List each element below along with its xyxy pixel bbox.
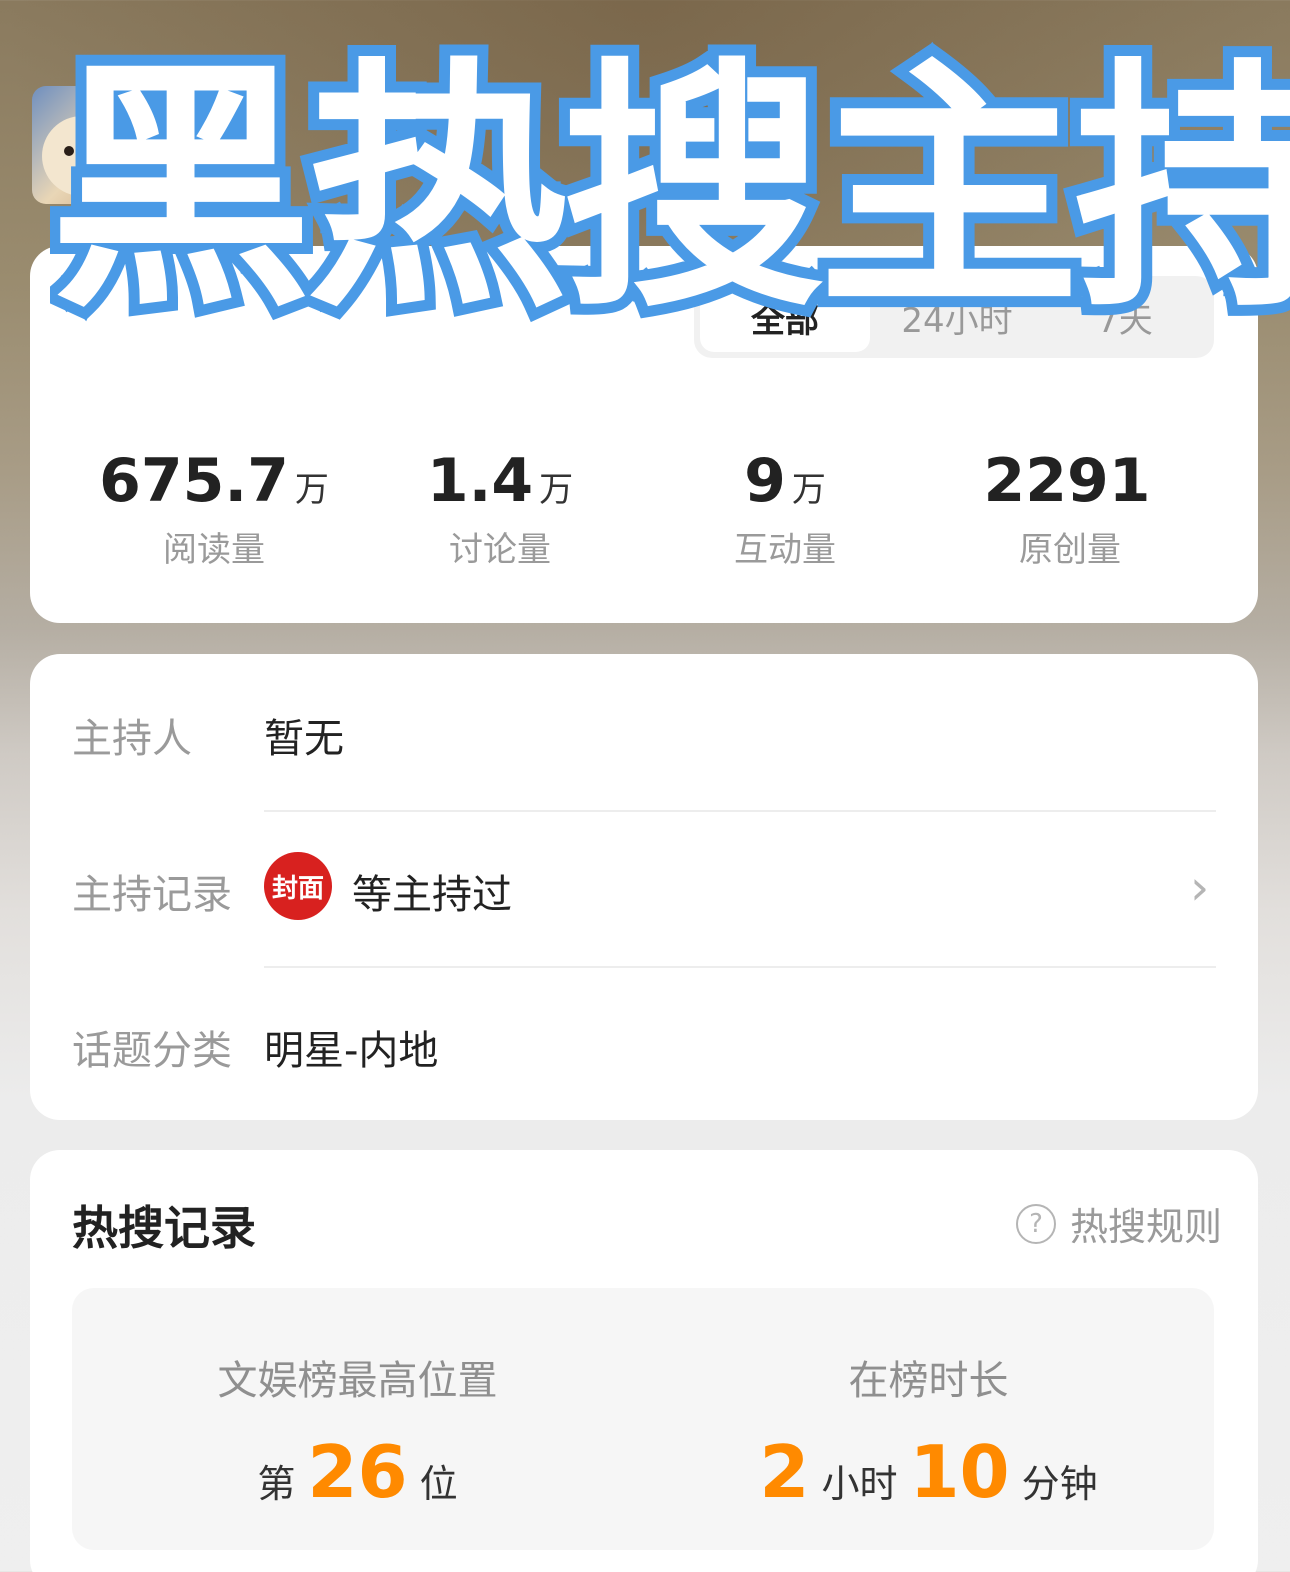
stat-label: 阅读量 (163, 530, 265, 570)
divider (264, 810, 1216, 812)
stat-value: 1.4 (426, 446, 534, 516)
host-record-value[interactable]: 等主持过 (352, 862, 512, 920)
stat-value: 2291 (983, 446, 1151, 516)
stat-originals: 2291 原创量 (920, 446, 1220, 571)
divider (264, 966, 1216, 968)
category-value: 明星-内地 (264, 1028, 439, 1074)
record-title: 热搜记录 (72, 1201, 256, 1255)
stat-interactions: 9万 互动量 (635, 446, 935, 571)
record-summary-box: 文娱榜最高位置 第 26 位 在榜时长 2 小时 10 分钟 (72, 1288, 1214, 1550)
highest-value: 26 (307, 1430, 408, 1514)
stat-value: 9 (744, 446, 786, 516)
highest-position: 文娱榜最高位置 第 26 位 (72, 1348, 643, 1514)
duration-minutes-unit: 分钟 (1021, 1462, 1098, 1506)
duration-value-row: 2 小时 10 分钟 (643, 1430, 1214, 1514)
stat-label: 互动量 (734, 530, 836, 570)
host-info-card: 主持人 暂无 主持记录 封面 等主持过 › 话题分类 明星-内地 (30, 654, 1258, 1120)
duration-on-list: 在榜时长 2 小时 10 分钟 (643, 1348, 1214, 1514)
hot-search-record-card: 热搜记录 ? 热搜规则 文娱榜最高位置 第 26 位 在榜时长 2 小时 10 分钟 (30, 1150, 1258, 1572)
stat-unit: 万 (539, 470, 574, 510)
fengmian-logo[interactable]: 封面 (264, 852, 332, 920)
highest-suffix: 位 (419, 1462, 458, 1506)
highest-value-row: 第 26 位 (72, 1430, 643, 1514)
rules-link[interactable]: ? 热搜规则 (1016, 1196, 1222, 1251)
highest-label: 文娱榜最高位置 (217, 1358, 498, 1404)
host-value: 暂无 (264, 716, 344, 762)
stat-label: 讨论量 (449, 530, 551, 570)
duration-hours: 2 (759, 1430, 810, 1514)
stat-discussions: 1.4 万 讨论量 (350, 446, 650, 571)
stat-reads: 675.7 万 阅读量 (64, 446, 364, 571)
category-label: 话题分类 (72, 1028, 232, 1074)
host-label: 主持人 (72, 716, 192, 762)
stat-unit: 万 (294, 470, 329, 510)
question-icon: ? (1016, 1203, 1056, 1244)
chevron-right-icon[interactable]: › (1190, 860, 1209, 916)
duration-hours-unit: 小时 (821, 1462, 898, 1506)
highest-prefix: 第 (257, 1462, 296, 1506)
stat-value: 675.7 (99, 446, 289, 516)
duration-minutes: 10 (909, 1430, 1010, 1514)
stat-label: 原创量 (1019, 530, 1121, 570)
stat-unit: 万 (791, 470, 826, 510)
host-record-label: 主持记录 (72, 872, 232, 918)
rules-label: 热搜规则 (1070, 1205, 1223, 1249)
duration-label: 在榜时长 (848, 1358, 1009, 1404)
overlay-caption: 黑热搜主持 (50, 40, 1290, 351)
